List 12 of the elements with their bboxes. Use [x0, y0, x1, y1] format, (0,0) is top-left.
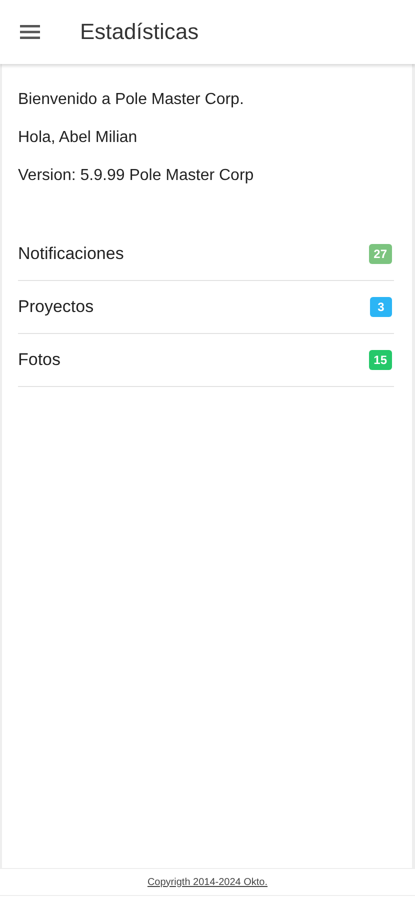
- stats-list-item[interactable]: Proyectos 3: [18, 281, 394, 334]
- info-text: Bienvenido a Pole Master Corp.: [18, 90, 245, 110]
- copyright-link[interactable]: Copyrigth 2014-2024 Okto.: [147, 876, 268, 888]
- count-badge: 15: [368, 350, 392, 370]
- stats-list-item[interactable]: Fotos 15: [18, 334, 394, 387]
- stats-list-item[interactable]: Notificaciones 27: [18, 228, 394, 281]
- info-text: Version: 5.9.99 Pole Master Corp: [18, 166, 255, 186]
- count-badge: 27: [368, 244, 392, 264]
- page-title: Estadísticas: [80, 19, 199, 45]
- menu-icon[interactable]: [20, 25, 40, 39]
- info-text: Hola, Abel Milian: [18, 128, 138, 148]
- count-badge: 3: [370, 297, 392, 317]
